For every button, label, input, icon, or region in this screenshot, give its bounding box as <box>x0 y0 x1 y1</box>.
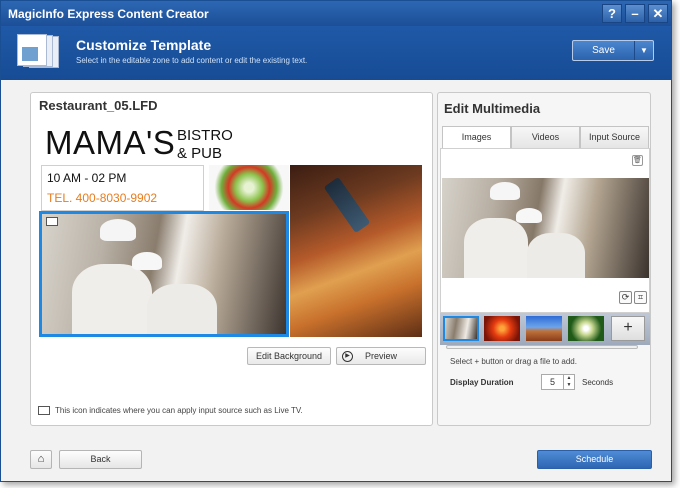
home-icon: ⌂ <box>37 453 45 465</box>
preview-label[interactable]: Preview <box>365 351 397 361</box>
selected-media-preview <box>442 178 649 278</box>
page-title: Customize Template <box>76 37 212 53</box>
edit-background-button[interactable]: Edit Background <box>247 347 331 365</box>
tv-icon <box>46 217 58 226</box>
tv-icon <box>38 406 50 415</box>
tab-images[interactable]: Images <box>442 126 511 148</box>
edit-background-label[interactable]: Edit Background <box>256 351 322 361</box>
page-header: Customize Template Select in the editabl… <box>1 26 671 80</box>
save-label[interactable]: Save <box>573 41 635 60</box>
rotate-icon[interactable]: ⟳ <box>619 291 632 304</box>
images-tab-body: 🗑 ⟳ ⌗ <box>440 148 650 313</box>
minimize-button[interactable]: – <box>625 4 645 23</box>
bistro-line-2[interactable]: & PUB <box>177 145 233 163</box>
tab-input-source[interactable]: Input Source <box>580 126 649 148</box>
add-hint-text: Select + button or drag a file to add. <box>450 357 577 366</box>
app-title: MagicInfo Express Content Creator <box>8 6 209 21</box>
tel-text[interactable]: TEL. 400-8030-9902 <box>47 191 157 205</box>
media-thumbnail-strip: + <box>440 313 650 345</box>
display-duration-label: Display Duration <box>450 378 514 387</box>
thumbnail-flower[interactable] <box>484 316 520 341</box>
template-stack-icon <box>17 34 63 70</box>
bistro-line-1[interactable]: BISTRO <box>177 127 233 145</box>
template-bistro-text[interactable]: BISTRO & PUB <box>177 127 233 163</box>
stepper-arrows[interactable]: ▲ ▼ <box>563 375 574 389</box>
back-button[interactable]: Back <box>59 450 142 469</box>
crop-icon[interactable]: ⌗ <box>634 291 647 304</box>
schedule-button[interactable]: Schedule <box>537 450 652 469</box>
thumbnail-chefs[interactable] <box>443 316 479 341</box>
media-tabs: Images Videos Input Source <box>442 126 649 148</box>
multimedia-title: Edit Multimedia <box>444 101 541 116</box>
trash-icon[interactable]: 🗑 <box>632 155 643 166</box>
add-media-button[interactable]: + <box>611 316 645 341</box>
home-button[interactable]: ⌂ <box>30 450 52 469</box>
duration-unit: Seconds <box>582 378 614 387</box>
salad-image[interactable] <box>209 165 289 210</box>
duration-value[interactable]: 5 <box>542 375 563 389</box>
hours-text[interactable]: 10 AM - 02 PM <box>47 171 126 185</box>
thumbnail-landscape[interactable] <box>526 316 562 341</box>
template-panel: Restaurant_05.LFD MAMA'S BISTRO & PUB 10… <box>30 92 433 426</box>
multimedia-panel: Edit Multimedia Images Videos Input Sour… <box>437 92 651 426</box>
save-button[interactable]: Save ▼ <box>572 40 654 61</box>
tab-videos[interactable]: Videos <box>511 126 580 148</box>
pizza-image[interactable] <box>290 165 422 337</box>
help-button[interactable]: ? <box>602 4 622 23</box>
close-button[interactable]: ✕ <box>648 4 668 23</box>
display-duration-stepper[interactable]: 5 ▲ ▼ <box>541 374 575 390</box>
file-name: Restaurant_05.LFD <box>39 98 158 113</box>
input-source-note-text: This icon indicates where you can apply … <box>55 406 303 415</box>
thumbnail-scrollbar[interactable] <box>446 345 638 349</box>
save-dropdown-icon[interactable]: ▼ <box>635 41 653 60</box>
editable-media-zone[interactable] <box>39 211 289 337</box>
thumbnail-daisy[interactable] <box>568 316 604 341</box>
template-name-text[interactable]: MAMA'S <box>45 124 175 162</box>
template-canvas: MAMA'S BISTRO & PUB 10 AM - 02 PM TEL. 4… <box>38 122 422 337</box>
page-subtitle: Select in the editable zone to add conte… <box>76 56 308 65</box>
input-source-note: This icon indicates where you can apply … <box>38 406 303 415</box>
title-bar: MagicInfo Express Content Creator ? – ✕ <box>1 1 671 26</box>
play-icon: ▶ <box>342 351 353 362</box>
preview-button[interactable]: ▶ Preview <box>336 347 426 365</box>
